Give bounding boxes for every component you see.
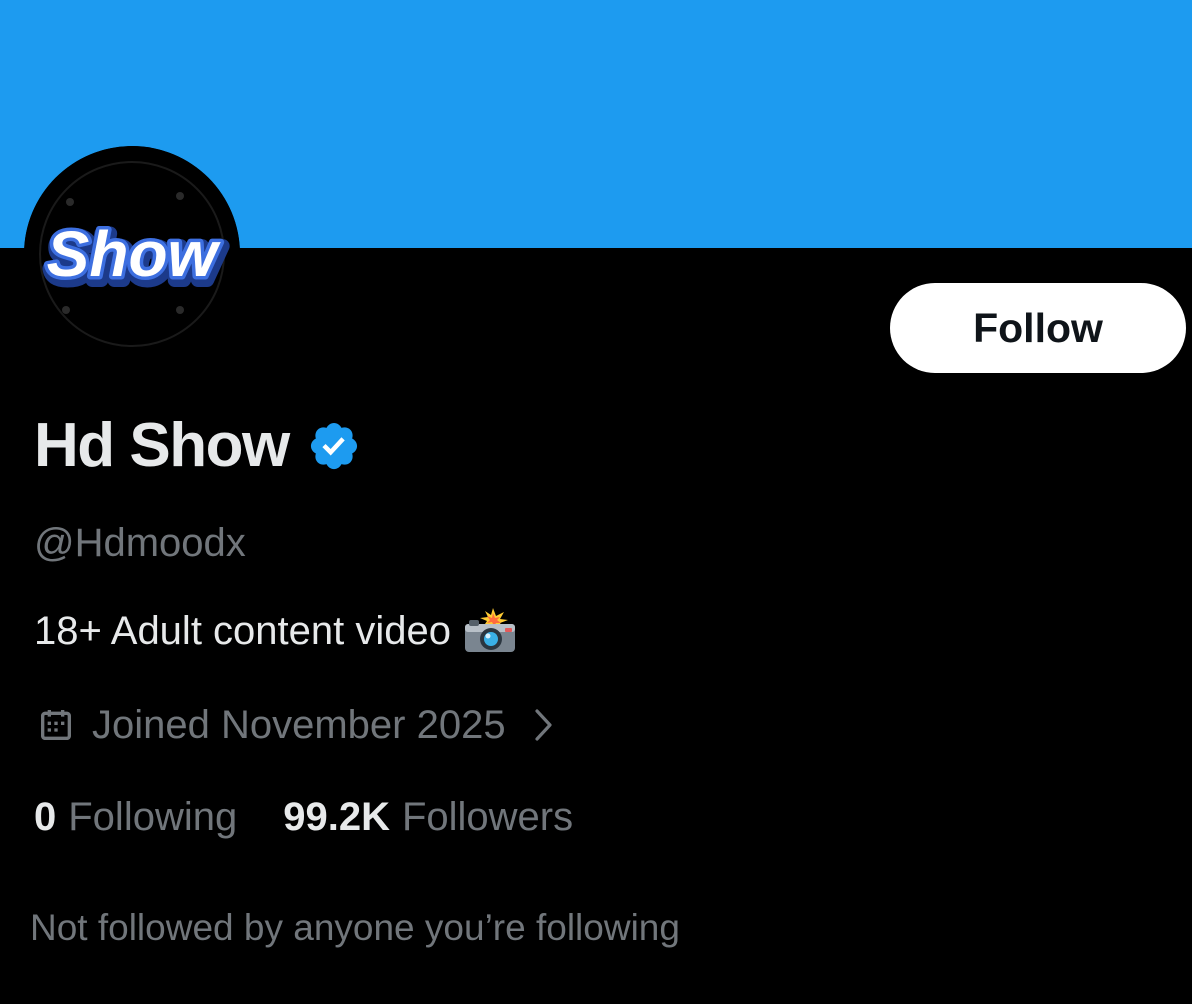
following-count: 0 (34, 795, 57, 839)
following-stat-link[interactable]: 0 Following (34, 792, 237, 842)
profile-handle: @Hdmoodx (34, 521, 246, 565)
chevron-right-icon (534, 709, 552, 741)
profile-name-row: Hd Show (34, 408, 361, 484)
verified-badge-icon[interactable] (307, 419, 361, 473)
followers-stat-link[interactable]: 99.2K Followers (283, 792, 573, 842)
calendar-icon (41, 710, 71, 740)
svg-text:Show: Show (47, 218, 222, 290)
profile-bio: 18+ Adult content video (34, 606, 517, 656)
bio-text: 18+ Adult content video (34, 609, 451, 653)
joined-date-text: Joined November 2025 (92, 703, 506, 747)
profile-stats: 0 Following 99.2K Followers (34, 790, 573, 844)
followers-count: 99.2K (283, 795, 390, 839)
followers-label: Followers (401, 795, 574, 839)
avatar-logo-image: Show Show Show (24, 146, 240, 362)
followers-you-know-note: Not followed by anyone you’re following (30, 907, 680, 948)
follow-button[interactable]: Follow (890, 283, 1186, 373)
avatar[interactable]: Show Show Show (24, 146, 240, 362)
camera-with-flash-icon (465, 608, 515, 652)
display-name: Hd Show (34, 411, 290, 480)
joined-date-row[interactable]: Joined November 2025 (36, 698, 556, 752)
following-label: Following (68, 795, 238, 839)
profile-page: Show Show Show Follow Hd Show @Hdmoodx 1… (0, 0, 1192, 1004)
